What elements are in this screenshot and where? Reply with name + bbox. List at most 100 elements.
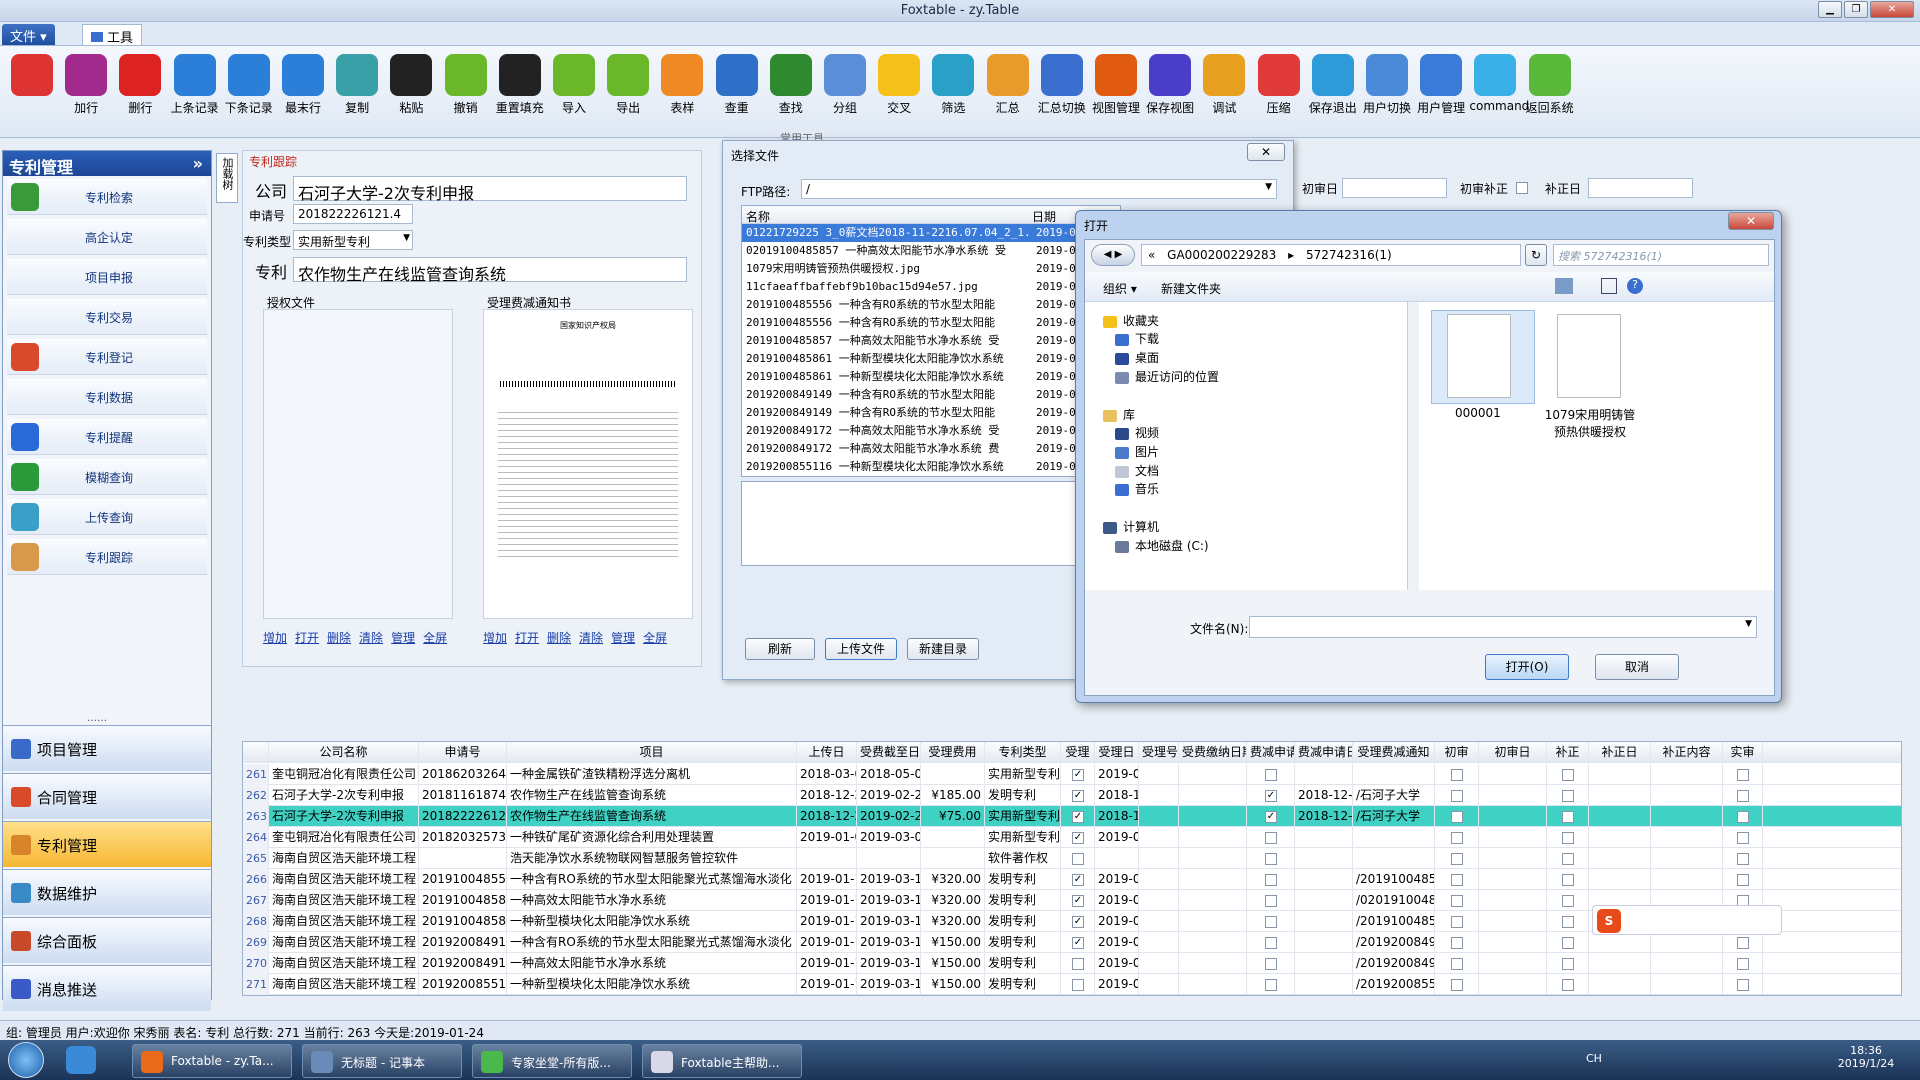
table-cell[interactable]: 一种金属铁矿渣铁精粉浮选分离机 [507,764,797,785]
table-cell[interactable]: 201910048586.1 [419,911,507,932]
table-cell[interactable]: 发明专利 [985,869,1061,890]
table-cell[interactable]: 2019-02-28 [857,806,921,827]
fix-date-field[interactable] [1588,178,1693,198]
toolbar-button-26[interactable]: 用户管理 [1415,54,1467,116]
checkbox[interactable] [1562,831,1574,844]
table-cell[interactable] [1479,890,1547,911]
table-cell[interactable]: 一种新型模块化太阳能净饮水系统 [507,911,797,932]
module-tab-4[interactable]: 综合面板 [3,917,211,963]
table-cell[interactable]: 2019-01-18 [797,974,857,995]
table-cell[interactable] [1547,785,1589,806]
table-cell[interactable] [1435,953,1479,974]
checkbox[interactable]: ✓ [1072,936,1084,949]
table-cell[interactable]: ¥150.00 [921,974,985,995]
table-cell[interactable] [1179,869,1247,890]
table-cell[interactable] [1179,785,1247,806]
table-cell[interactable]: 海南自贸区浩天能环境工程 [269,974,419,995]
table-cell[interactable]: 2018-12-28 [1295,806,1353,827]
table-cell[interactable]: ✓ [1061,827,1095,848]
checkbox[interactable] [1737,936,1749,949]
ftp-file-row[interactable]: 2019200849149 一种含有RO系统的节水型太阳能 2019-01 [742,404,1120,422]
checkbox[interactable] [1072,978,1084,991]
toolbar-button-1[interactable]: 加行 [60,54,112,116]
menu-tools[interactable]: 工具 [82,24,143,46]
checkbox[interactable] [1737,789,1749,802]
file-thumbnail[interactable] [1447,314,1511,398]
table-cell[interactable]: 2019-03-18 [857,869,921,890]
col-header-15[interactable]: 初审 [1435,742,1479,763]
table-cell[interactable]: 浩天能净饮水系统物联网智慧服务管控软件 [507,848,797,869]
table-cell[interactable]: /20192008491 [1353,953,1435,974]
open-button[interactable]: 打开(O) [1485,654,1569,680]
col-header-19[interactable]: 补正内容 [1651,742,1723,763]
table-cell[interactable]: ✓ [1247,785,1295,806]
nav-item-7[interactable]: 文档 [1115,462,1159,479]
table-cell[interactable]: 海南自贸区浩天能环境工程 [269,932,419,953]
module-tab-0[interactable]: 项目管理 [3,725,211,771]
sidebar-item-6[interactable]: 专利提醒 [7,419,207,455]
sidebar-item-0[interactable]: 专利检索 [7,179,207,215]
table-cell[interactable]: 发明专利 [985,974,1061,995]
cancel-button[interactable]: 取消 [1595,654,1679,680]
table-cell[interactable]: ¥320.00 [921,890,985,911]
table-cell[interactable] [1723,869,1763,890]
table-cell[interactable] [1295,869,1353,890]
table-cell[interactable] [1435,806,1479,827]
table-cell[interactable] [921,827,985,848]
checkbox[interactable]: ✓ [1072,873,1084,886]
sidebar-item-7[interactable]: 模糊查询 [7,459,207,495]
sidebar-item-4[interactable]: 专利登记 [7,339,207,375]
table-cell[interactable] [1095,848,1139,869]
table-cell[interactable]: 201822226121.4 [419,806,507,827]
checkbox[interactable] [1737,978,1749,991]
col-name[interactable]: 名称 [746,208,770,225]
table-cell[interactable]: 2019-03-18 [857,890,921,911]
checkbox[interactable] [1562,852,1574,865]
table-cell[interactable] [1179,764,1247,785]
table-cell[interactable] [1435,890,1479,911]
table-row[interactable]: 264奎屯铜冠冶化有限责任公司201820325739.3一种铁矿尾矿资源化综合… [243,827,1901,848]
checkbox[interactable] [1451,831,1463,844]
table-cell[interactable] [1723,932,1763,953]
table-cell[interactable]: 269 [243,932,269,953]
link-3[interactable]: 清除 [359,631,383,645]
table-cell[interactable] [1723,806,1763,827]
checkbox[interactable] [1562,873,1574,886]
toolbar-button-23[interactable]: 压缩 [1253,54,1305,116]
table-cell[interactable]: ✓ [1061,785,1095,806]
toolbar-button-28[interactable]: 返回系统 [1524,54,1576,116]
table-cell[interactable]: 2018-03-08 [797,764,857,785]
taskbar-app-0[interactable]: Foxtable - zy.Ta... [132,1044,292,1078]
table-cell[interactable] [1723,764,1763,785]
table-cell[interactable] [1651,827,1723,848]
table-cell[interactable] [1547,932,1589,953]
table-cell[interactable] [1139,869,1179,890]
table-cell[interactable] [1547,953,1589,974]
checkbox[interactable] [1737,831,1749,844]
checkbox[interactable] [1265,894,1277,907]
checkbox[interactable] [1451,957,1463,970]
table-cell[interactable] [1723,848,1763,869]
table-cell[interactable]: /02019100485 [1353,890,1435,911]
chevron-down-icon[interactable]: ▼ [403,233,410,243]
table-cell[interactable]: 2019-03-18 [857,911,921,932]
link-2[interactable]: 删除 [547,631,571,645]
table-cell[interactable] [1435,974,1479,995]
table-row[interactable]: 269海南自贸区浩天能环境工程201920084914.9一种含有RO系统的节水… [243,932,1901,953]
table-cell[interactable]: 2019-03-18 [857,974,921,995]
table-cell[interactable]: 2018-12-28 [797,785,857,806]
table-cell[interactable] [1479,848,1547,869]
table-cell[interactable]: ¥320.00 [921,911,985,932]
table-cell[interactable]: 2019-0 [1095,974,1139,995]
nav-item-1[interactable]: 下载 [1115,330,1159,347]
table-cell[interactable]: 2019-01-18 [797,953,857,974]
col-header-18[interactable]: 补正日 [1589,742,1651,763]
table-cell[interactable]: 2019-0 [1095,953,1139,974]
table-cell[interactable] [1179,848,1247,869]
table-cell[interactable]: 201920084914.9 [419,932,507,953]
search-input[interactable]: 搜索 572742316(1) [1553,244,1769,266]
sidebar-item-1[interactable]: 高企认定 [7,219,207,255]
table-cell[interactable]: 实用新型专利 [985,827,1061,848]
table-cell[interactable]: 263 [243,806,269,827]
ftp-file-row[interactable]: 2019100485556 一种含有RO系统的节水型太阳能 2019-01 [742,314,1120,332]
